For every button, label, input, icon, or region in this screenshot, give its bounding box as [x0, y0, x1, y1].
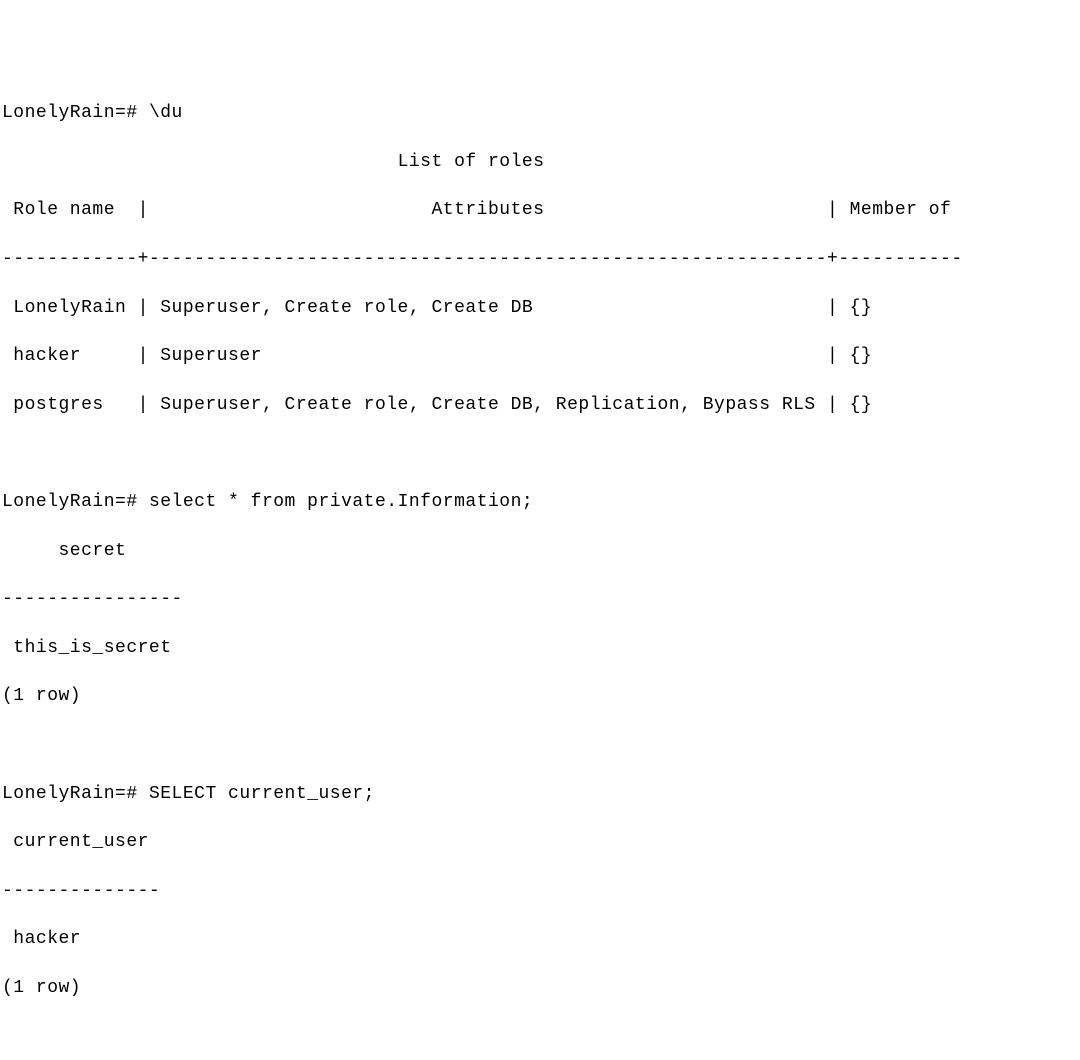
query1-column: secret: [2, 539, 1080, 563]
blank-line: [2, 441, 1080, 465]
command-text: select * from private.Information;: [149, 492, 533, 512]
roles-row: postgres | Superuser, Create role, Creat…: [2, 393, 1080, 417]
prompt: LonelyRain=#: [2, 492, 138, 512]
roles-header: Role name | Attributes | Member of: [2, 198, 1080, 222]
command-line-2: LonelyRain=# select * from private.Infor…: [2, 490, 1080, 514]
roles-divider: ------------+---------------------------…: [2, 247, 1080, 271]
roles-title-line: List of roles: [2, 150, 1080, 174]
prompt: LonelyRain=#: [2, 103, 138, 123]
roles-row: hacker | Superuser | {}: [2, 344, 1080, 368]
command-text: SELECT current_user;: [149, 784, 375, 804]
query1-divider: ----------------: [2, 587, 1080, 611]
roles-title: List of roles: [398, 152, 545, 172]
query2-data: hacker: [2, 927, 1080, 951]
query1-rowcount: (1 row): [2, 684, 1080, 708]
command-line-1: LonelyRain=# \du: [2, 101, 1080, 125]
blank-line: [2, 1024, 1080, 1048]
prompt: LonelyRain=#: [2, 784, 138, 804]
command-line-3: LonelyRain=# SELECT current_user;: [2, 782, 1080, 806]
query2-divider: --------------: [2, 879, 1080, 903]
query1-data: this_is_secret: [2, 636, 1080, 660]
roles-row: LonelyRain | Superuser, Create role, Cre…: [2, 296, 1080, 320]
query2-rowcount: (1 row): [2, 976, 1080, 1000]
command-text: \du: [149, 103, 183, 123]
query2-column: current_user: [2, 830, 1080, 854]
blank-line: [2, 733, 1080, 757]
